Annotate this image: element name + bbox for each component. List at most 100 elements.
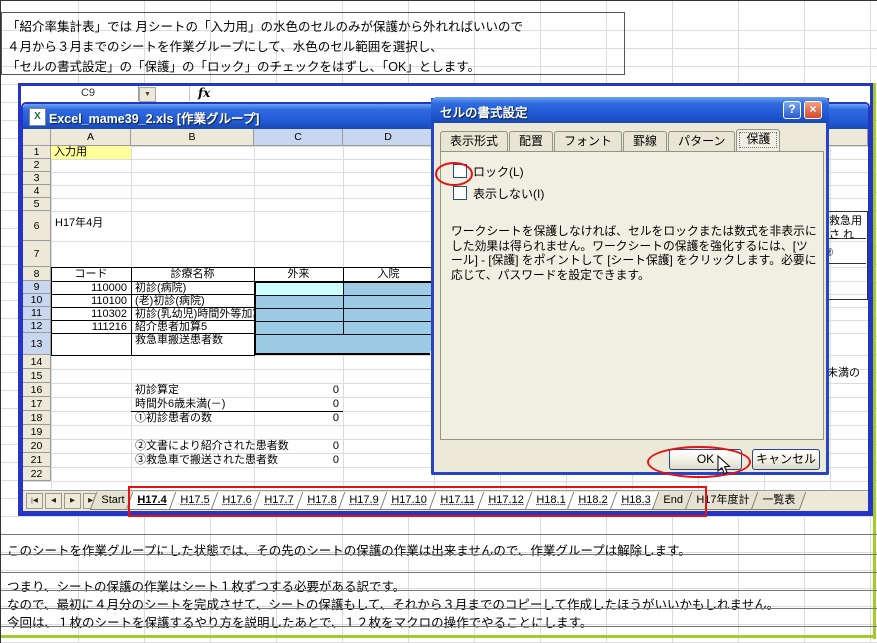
dialog-tab-2[interactable]: フォント xyxy=(554,131,622,151)
row-header-4[interactable]: 4 xyxy=(23,185,51,198)
sheet-tab-label: H17.10 xyxy=(392,492,427,508)
hidden-checkbox[interactable] xyxy=(453,186,467,200)
dialog-tab-0[interactable]: 表示形式 xyxy=(440,131,508,151)
column-header-d[interactable]: D xyxy=(343,129,434,146)
table-cell-name[interactable]: 救急車搬送患者数 xyxy=(135,334,223,347)
top-note-line: 「紹介率集計表」では 月シートの「入力用」の水色のセルのみが保護から外れればいい… xyxy=(7,16,523,35)
name-box[interactable]: C9 xyxy=(38,86,139,101)
row-header-14[interactable]: 14 xyxy=(23,355,51,369)
column-header-b[interactable]: B xyxy=(131,129,254,146)
table-header-cell[interactable]: 入院 xyxy=(343,268,434,281)
sheet-tab-一覧表[interactable]: 一覧表 xyxy=(751,492,807,510)
bottom-note-line: このシートを作業グループにした状態では、その先のシートの保護の作業は出来ませんの… xyxy=(7,540,691,559)
tab-scroll-button[interactable]: ◀ xyxy=(45,493,62,509)
calc-value[interactable]: 0 xyxy=(254,384,339,397)
cell-a6[interactable]: H17年4月 xyxy=(55,217,103,230)
row-header-5[interactable]: 5 xyxy=(23,198,51,211)
selection-grid-line xyxy=(256,308,432,309)
row-header-9[interactable]: 9 xyxy=(23,281,51,294)
table-cell-name[interactable]: 初診(乳幼児)時間外等加算 xyxy=(135,308,263,321)
top-note-line: 「セルの書式設定」の「保護」の「ロック」のチェックをはずし、「OK」とします。 xyxy=(7,56,480,75)
row-header-22[interactable]: 22 xyxy=(23,467,51,481)
protection-description: ワークシートを保護しなければ、セルをロックまたは数式を非表示にした効果は得られま… xyxy=(451,224,817,282)
sheet-tab-label: H17.4 xyxy=(138,492,167,508)
bottom-note-line: つまり、シートの保護の作業はシート１枚ずつする必要がある訳です。 xyxy=(7,576,405,595)
tab-scroll-button[interactable]: ▶ xyxy=(64,493,81,509)
dialog-tab-5[interactable]: 保護 xyxy=(736,129,780,151)
row-header-3[interactable]: 3 xyxy=(23,172,51,185)
ok-button[interactable]: OK xyxy=(669,449,742,470)
lock-checkbox[interactable] xyxy=(453,164,467,178)
sheet-tab-label: H17.11 xyxy=(440,492,475,508)
cell-border-line xyxy=(1,608,877,609)
insert-function-icon[interactable]: fx xyxy=(189,86,228,101)
row-header-18[interactable]: 18 xyxy=(23,411,51,425)
sheet-tab-H17年度計[interactable]: H17年度計 xyxy=(684,492,760,510)
row-header-17[interactable]: 17 xyxy=(23,397,51,411)
table-header-cell[interactable]: 診療名称 xyxy=(131,268,254,281)
row-header-7[interactable]: 7 xyxy=(23,241,51,267)
hidden-checkbox-row[interactable]: 表示しない(I) xyxy=(453,186,544,201)
top-note-line: ４月から３月までのシートを作業グループにして、水色のセル範囲を選択し、 xyxy=(7,36,443,55)
page-edge-bottom xyxy=(1,635,876,638)
hidden-checkbox-label: 表示しない(I) xyxy=(473,187,544,201)
row-header-21[interactable]: 21 xyxy=(23,453,51,467)
sliver-text: 未満の xyxy=(827,367,860,380)
row-header-11[interactable]: 11 xyxy=(23,307,51,320)
row-header-8[interactable]: 8 xyxy=(23,267,51,281)
name-box-dropdown-icon[interactable]: ▼ xyxy=(139,87,156,102)
row-header-20[interactable]: 20 xyxy=(23,439,51,453)
table-cell-code[interactable]: 110100 xyxy=(51,295,127,308)
workbook-title: Excel_mame39_2.xls [作業グループ] xyxy=(49,108,259,127)
active-cell-c9[interactable] xyxy=(256,283,343,295)
table-cell-code[interactable]: 110000 xyxy=(51,282,127,295)
calc-value[interactable]: 0 xyxy=(254,440,339,453)
dialog-tab-1[interactable]: 配置 xyxy=(509,131,553,151)
underline-row17 xyxy=(131,411,343,412)
row-header-2[interactable]: 2 xyxy=(23,159,51,172)
selected-range-c9-d13[interactable] xyxy=(254,281,434,355)
selection-grid-line xyxy=(256,334,432,335)
table-cell-name[interactable]: 紹介患者加算5 xyxy=(135,321,207,334)
table-header-cell[interactable]: 外来 xyxy=(254,268,343,281)
row-header-6[interactable]: 6 xyxy=(23,211,51,241)
table-header-cell[interactable]: コード xyxy=(51,268,131,281)
column-header-c[interactable]: C xyxy=(254,129,343,146)
select-all-corner[interactable] xyxy=(23,129,51,146)
row-header-12[interactable]: 12 xyxy=(23,320,51,333)
calc-label[interactable]: 時間外6歳未満(－) xyxy=(135,398,225,411)
sliver-text: 救急用 xyxy=(829,215,862,228)
close-button[interactable]: × xyxy=(804,101,822,119)
tab-scroll-button[interactable]: |◀ xyxy=(26,493,43,509)
row-header-13[interactable]: 13 xyxy=(23,333,51,355)
calc-value[interactable]: 0 xyxy=(254,398,339,411)
row-header-10[interactable]: 10 xyxy=(23,294,51,307)
dialog-tab-3[interactable]: 罫線 xyxy=(623,131,667,151)
row-header-1[interactable]: 1 xyxy=(23,146,51,159)
cancel-button[interactable]: キャンセル xyxy=(752,449,820,470)
row-header-16[interactable]: 16 xyxy=(23,383,51,397)
sheet-tab-label: H17.12 xyxy=(488,492,523,508)
calc-label[interactable]: ①初診患者の数 xyxy=(135,412,212,425)
table-cell-name[interactable]: 初診(病院) xyxy=(135,282,186,295)
dialog-tab-4[interactable]: パターン xyxy=(668,131,735,151)
calc-value[interactable]: 0 xyxy=(254,454,339,467)
sheet-tab-label: H17年度計 xyxy=(696,492,749,508)
sheet-tab-label: H17.8 xyxy=(307,492,336,508)
sheet-tab-label: 一覧表 xyxy=(762,492,795,508)
table-cell-code[interactable]: 110302 xyxy=(51,308,127,321)
bottom-note-line: なので、最初に４月分のシートを完成させて、シートの保護もして、それから３月までの… xyxy=(7,594,779,613)
calc-value[interactable]: 0 xyxy=(254,412,339,425)
row-header-19[interactable]: 19 xyxy=(23,425,51,439)
column-header-a[interactable]: A xyxy=(51,129,131,146)
sliver-text: さ れ xyxy=(829,229,854,242)
row-header-15[interactable]: 15 xyxy=(23,369,51,383)
table-cell-code[interactable]: 111216 xyxy=(51,321,127,334)
table-cell-name[interactable]: (老)初診(病院) xyxy=(135,295,205,308)
sheet-tab-label: H18.2 xyxy=(579,492,608,508)
help-button[interactable]: ? xyxy=(783,101,801,119)
dialog-title-bar[interactable]: セルの書式設定 ? × xyxy=(431,97,829,123)
lock-checkbox-row[interactable]: ロック(L) xyxy=(453,164,524,179)
calc-label[interactable]: 初診算定 xyxy=(135,384,179,397)
cell-a1[interactable]: 入力用 xyxy=(51,146,131,159)
